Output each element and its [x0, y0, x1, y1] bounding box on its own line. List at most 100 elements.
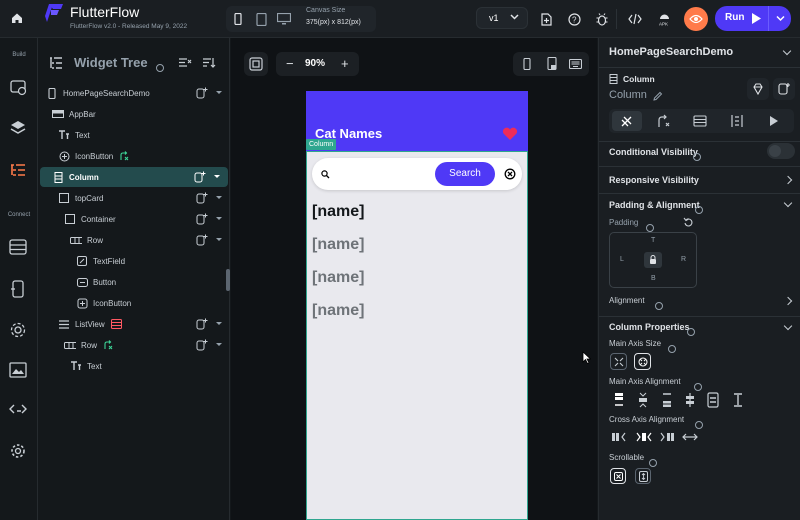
zoom-in-icon[interactable]: + — [341, 56, 349, 71]
collapse-all-icon[interactable] — [178, 57, 192, 68]
align-end-icon[interactable] — [662, 392, 672, 408]
search-field[interactable] — [334, 164, 434, 184]
gear-icon[interactable] — [9, 321, 27, 339]
expand-caret-icon[interactable] — [216, 343, 222, 346]
info-icon[interactable] — [694, 378, 702, 396]
info-icon[interactable] — [156, 59, 164, 77]
custom-code-icon[interactable] — [9, 402, 27, 416]
app-bar[interactable]: Cat Names — [306, 91, 528, 151]
scrollable-off-button[interactable] — [610, 468, 626, 484]
tab-backend-query[interactable] — [693, 115, 707, 127]
align-start-icon[interactable] — [614, 392, 624, 408]
bug-icon[interactable] — [591, 8, 613, 30]
mobile-settings-icon[interactable] — [10, 280, 26, 298]
chevron-down-icon[interactable] — [783, 321, 793, 331]
cross-end-icon[interactable] — [659, 432, 675, 442]
list-item[interactable]: [name] — [312, 236, 364, 254]
preview-eye-icon[interactable] — [684, 7, 708, 31]
widget-tree-item[interactable]: Text — [38, 125, 230, 145]
padding-top[interactable]: T — [651, 237, 655, 244]
widget-tree-item[interactable]: Row — [38, 230, 230, 250]
widget-tree-item[interactable]: topCard — [38, 188, 230, 208]
phone-icon[interactable] — [523, 58, 531, 70]
zoom-out-icon[interactable]: − — [286, 56, 294, 71]
expand-caret-icon[interactable] — [216, 238, 222, 241]
theme-icon[interactable] — [10, 80, 28, 96]
expand-caret-icon[interactable] — [216, 322, 222, 325]
scrollable-on-button[interactable] — [635, 468, 651, 484]
tablet-icon[interactable] — [250, 8, 272, 30]
list-item[interactable]: [name] — [312, 302, 364, 320]
android-apk-icon[interactable]: APK — [653, 8, 675, 30]
widget-tree-item[interactable]: Row — [38, 335, 230, 355]
widget-tree-icon[interactable] — [10, 162, 26, 178]
widget-tree-item[interactable]: Column — [40, 167, 228, 187]
widget-tree-item[interactable]: Button — [38, 272, 230, 292]
main-axis-min-button[interactable] — [610, 353, 627, 370]
desktop-icon[interactable] — [273, 8, 295, 30]
run-button[interactable]: Run — [715, 6, 791, 31]
space-between-icon[interactable] — [685, 392, 695, 408]
chevron-right-icon[interactable] — [783, 296, 793, 306]
panel-resize-handle[interactable] — [226, 269, 230, 291]
document-add-icon[interactable] — [535, 8, 557, 30]
space-evenly-icon[interactable] — [733, 392, 743, 408]
chevron-down-icon[interactable] — [783, 198, 793, 208]
cross-center-icon[interactable] — [636, 432, 652, 442]
media-assets-icon[interactable] — [9, 362, 27, 378]
info-icon[interactable] — [687, 323, 695, 341]
heart-icon[interactable] — [502, 127, 518, 141]
add-child-icon[interactable] — [196, 192, 208, 204]
widget-tree-item[interactable]: IconButton — [38, 146, 230, 166]
diamond-icon[interactable] — [747, 78, 769, 100]
add-child-icon[interactable] — [196, 213, 208, 225]
widget-tree-item[interactable]: TextField — [38, 251, 230, 271]
database-icon[interactable] — [9, 239, 27, 255]
responsive-visibility-label[interactable]: Responsive Visibility — [609, 175, 699, 185]
code-icon[interactable] — [624, 8, 646, 30]
chevron-down-icon[interactable] — [782, 46, 792, 56]
info-icon[interactable] — [655, 297, 663, 315]
clear-icon[interactable] — [504, 168, 516, 180]
expand-caret-icon[interactable] — [216, 91, 222, 94]
tab-properties[interactable] — [612, 111, 642, 131]
widget-tree-item[interactable]: Text — [38, 356, 230, 376]
chevron-down-icon[interactable] — [776, 14, 785, 23]
sort-icon[interactable] — [202, 57, 216, 68]
home-icon[interactable] — [6, 7, 28, 29]
version-select[interactable]: v1 — [476, 7, 528, 29]
widget-tree-item[interactable]: IconButton — [38, 293, 230, 313]
keyboard-icon[interactable] — [569, 59, 582, 69]
info-icon[interactable] — [695, 201, 703, 219]
add-child-icon[interactable] — [196, 339, 208, 351]
padding-right[interactable]: R — [681, 256, 686, 263]
padding-alignment-label[interactable]: Padding & Alignment — [609, 200, 700, 210]
align-center-icon[interactable] — [638, 392, 648, 408]
add-child-icon[interactable] — [196, 234, 208, 246]
phone-icon[interactable] — [227, 8, 249, 30]
fit-screen-button[interactable] — [244, 52, 268, 76]
widget-tree-item[interactable]: ListView — [38, 314, 230, 334]
widget-tree-item[interactable]: AppBar — [38, 104, 230, 124]
add-child-icon[interactable] — [194, 171, 206, 183]
search-button[interactable]: Search — [435, 162, 495, 186]
main-axis-max-button[interactable] — [634, 353, 651, 370]
expand-caret-icon[interactable] — [214, 175, 220, 178]
tab-generate-children[interactable] — [731, 114, 743, 128]
lock-icon[interactable] — [644, 252, 662, 268]
cross-start-icon[interactable] — [611, 432, 627, 442]
help-icon[interactable]: ? — [563, 8, 585, 30]
padding-bottom[interactable]: B — [651, 275, 656, 282]
tab-actions[interactable] — [657, 114, 671, 128]
widget-tree-item[interactable]: Container — [38, 209, 230, 229]
expand-caret-icon[interactable] — [216, 196, 222, 199]
padding-left[interactable]: L — [620, 256, 624, 263]
add-child-icon[interactable] — [773, 78, 795, 100]
tab-animations[interactable] — [769, 115, 779, 127]
info-icon[interactable] — [693, 148, 701, 166]
list-item[interactable]: [name] — [312, 269, 364, 287]
info-icon[interactable] — [668, 340, 676, 358]
chevron-right-icon[interactable] — [783, 175, 793, 185]
list-item[interactable]: [name] — [312, 203, 364, 221]
cross-stretch-icon[interactable] — [682, 432, 698, 442]
